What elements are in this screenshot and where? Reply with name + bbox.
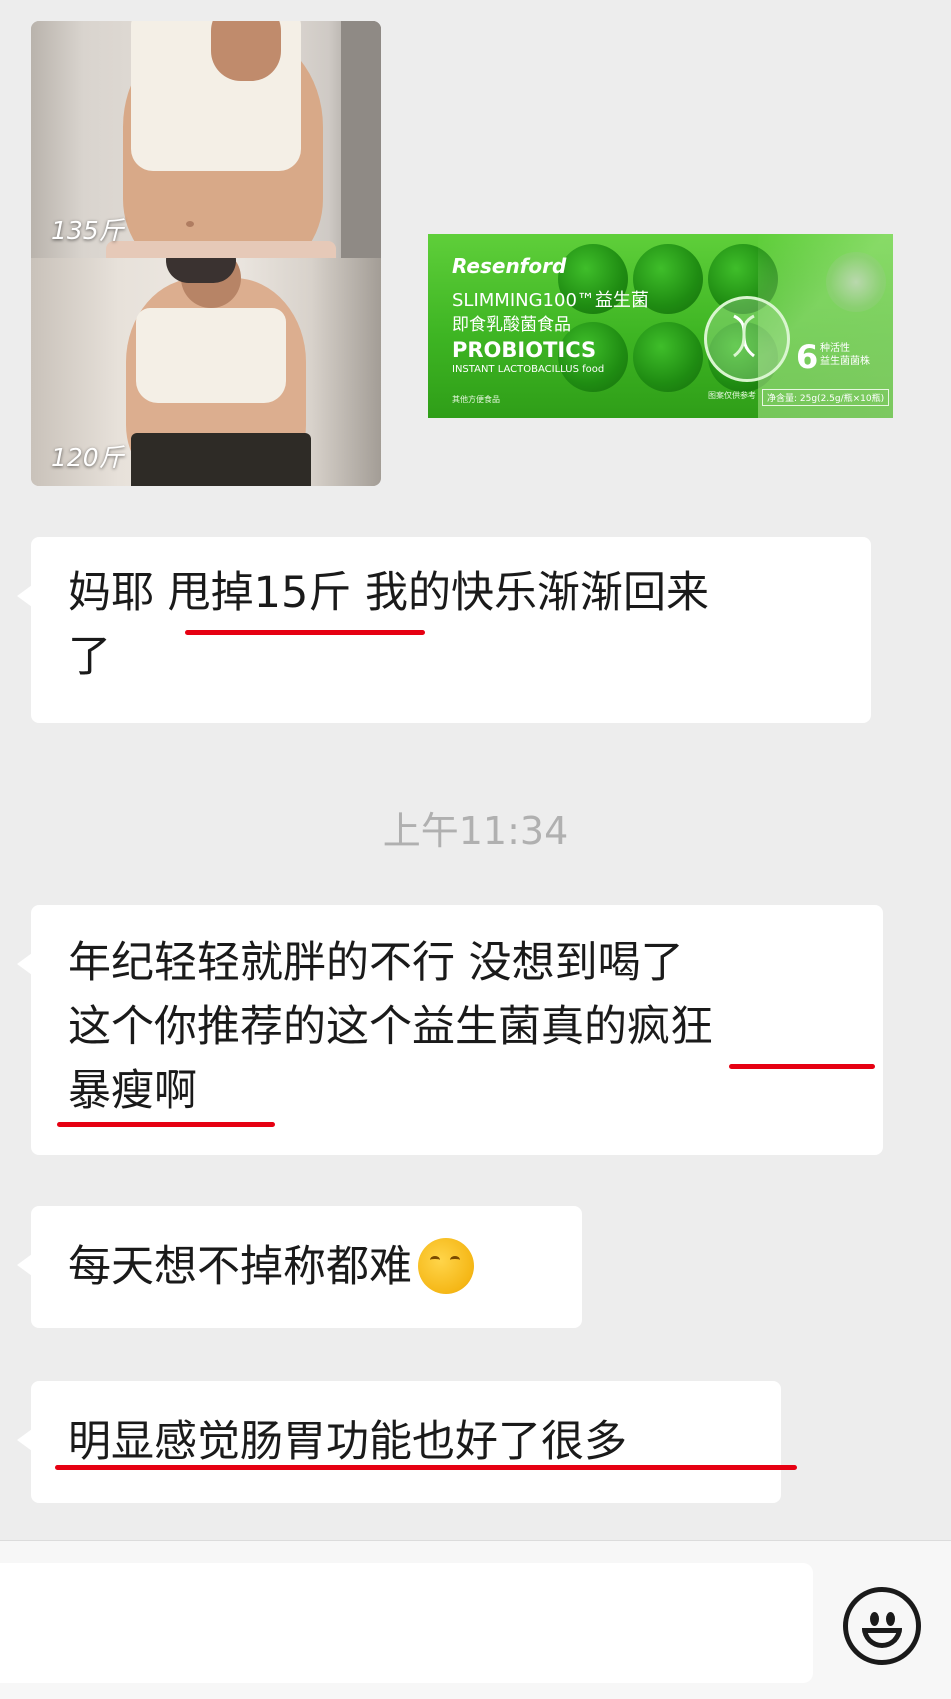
after-weight-label: 120斤 [51,443,124,472]
product-line-4: INSTANT LACTOBACILLUS food [452,364,605,375]
before-photo: 135斤 [31,21,381,258]
net-weight: 净含量: 25g(2.5g/瓶×10瓶) [762,389,890,406]
message-bubble-2[interactable]: 年纪轻轻就胖的不行 没想到喝了 这个你推荐的这个益生菌真的疯狂 暴瘦啊 [17,905,883,1155]
message-timestamp: 上午11:34 [382,809,569,853]
before-weight-label: 135斤 [51,216,124,245]
probiotics-seal-icon [704,296,790,382]
message-2-line-1: 年纪轻轻就胖的不行 没想到喝了 [68,938,684,988]
product-box-photo[interactable]: Resenford SLIMMING100™益生菌 即食乳酸菌食品 PROBIO… [428,234,893,418]
strain-count-caption: 种活性 益生菌菌株 [820,343,870,367]
message-bubble-1[interactable]: 妈耶 甩掉15斤 我的快乐渐渐回来 了 [17,537,871,723]
message-2-line-2: 这个你推荐的这个益生菌真的疯狂 [68,1002,713,1052]
input-bar [0,1540,951,1699]
product-note: 图案仅供参考 [708,391,756,400]
message-input[interactable] [0,1563,813,1683]
product-brand: Resenford [452,254,567,278]
message-2-line-3: 暴瘦啊 [68,1066,197,1116]
message-bubble-4[interactable]: 明显感觉肠胃功能也好了很多 [17,1381,797,1503]
message-3-line-1: 每天想不掉称都难 [68,1235,474,1299]
thinking-face-icon [418,1237,474,1294]
product-category: 其他方便食品 [452,395,500,404]
message-1-line-2: 了 [68,632,111,682]
highlight-underline [55,1465,797,1470]
smiley-face-icon[interactable] [843,1587,921,1665]
product-line-1: SLIMMING100™益生菌 [452,290,649,311]
message-bubble-3[interactable]: 每天想不掉称都难 [17,1206,582,1328]
highlight-underline [57,1122,275,1127]
message-1-line-1: 妈耶 甩掉15斤 我的快乐渐渐回来 [68,568,710,618]
blurred-logo [826,252,886,312]
product-line-3: PROBIOTICS [452,338,597,362]
before-after-photo[interactable]: 135斤 120斤 [31,21,381,486]
strain-count: 6 [796,338,819,376]
after-photo: 120斤 [31,258,381,486]
highlight-underline [729,1064,875,1069]
highlight-underline [185,630,425,635]
product-line-2: 即食乳酸菌食品 [452,315,571,335]
